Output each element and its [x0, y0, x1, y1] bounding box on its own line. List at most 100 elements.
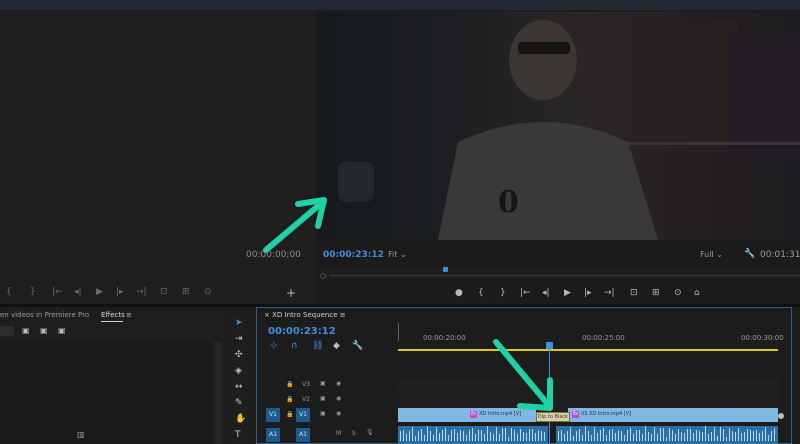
source-overwrite-button[interactable]: ⊞ — [182, 287, 190, 297]
clip-label: fx 03 XD Intro.mp4 [V] — [572, 411, 631, 418]
timeline-timecode[interactable]: 00:00:23:12 — [268, 326, 336, 337]
waveform-bar — [738, 428, 739, 441]
source-patch-v1[interactable]: V1 — [266, 408, 280, 422]
program-playhead[interactable] — [443, 267, 448, 272]
program-scrub-bar[interactable] — [330, 275, 800, 276]
type-tool-icon[interactable]: T — [235, 430, 241, 440]
sequence-tab[interactable]: × XD Intro Sequence ≡ — [264, 311, 346, 319]
wrench-icon[interactable]: 🔧 — [744, 249, 755, 259]
program-timecode[interactable]: 00:00:23:12 — [323, 250, 384, 260]
waveform-bar — [457, 432, 458, 441]
add-marker-icon[interactable]: ◆ — [333, 341, 340, 351]
eye-icon[interactable]: ◉ — [336, 380, 341, 387]
effects-search-input[interactable] — [0, 326, 14, 336]
source-insert-button[interactable]: ⊡ — [160, 287, 168, 297]
hand-tool-icon[interactable]: ✋ — [235, 414, 246, 424]
sync-lock-icon[interactable]: ▣ — [320, 380, 326, 387]
program-go-to-in-button[interactable]: |← — [520, 288, 531, 298]
audio-clip-1[interactable] — [398, 426, 548, 444]
work-area-bar[interactable] — [398, 349, 778, 351]
sync-lock-icon[interactable]: ▣ — [320, 395, 326, 402]
accelerated-effects-icon[interactable]: ▣ — [22, 326, 30, 335]
pen-tool-icon[interactable]: ✎ — [235, 398, 243, 408]
source-go-to-out-button[interactable]: →| — [136, 287, 147, 297]
source-go-to-in-button[interactable]: |← — [52, 287, 63, 297]
microphone-icon[interactable]: 🎙 — [366, 429, 374, 436]
lock-icon[interactable]: 🔒 — [286, 381, 293, 388]
timeline-settings-wrench-icon[interactable]: 🔧 — [352, 341, 363, 351]
track-target-v1[interactable]: V1 — [296, 408, 310, 422]
program-step-forward-button[interactable]: |▸ — [584, 288, 592, 298]
waveform-bar — [412, 426, 413, 441]
waveform-bar — [496, 427, 497, 441]
track-area-v3[interactable] — [398, 378, 780, 392]
new-bin-icon[interactable]: ▥ — [77, 430, 85, 439]
track-target-a1[interactable]: A1 — [296, 428, 310, 442]
sequence-menu-icon[interactable]: ≡ — [340, 311, 346, 319]
waveform-bar — [544, 432, 545, 441]
waveform-bar — [762, 431, 763, 441]
clip-03-xd-intro[interactable]: fx 03 XD Intro.mp4 [V] — [568, 408, 778, 422]
waveform-bar — [561, 430, 562, 441]
source-play-button[interactable]: ▶ — [96, 287, 103, 297]
nest-toggle-icon[interactable]: ⊹ — [270, 341, 278, 351]
add-marker-button[interactable]: ● — [455, 288, 463, 298]
source-step-forward-button[interactable]: |▸ — [116, 287, 124, 297]
program-go-to-out-button[interactable]: →| — [604, 288, 615, 298]
audio-clip-2[interactable] — [556, 426, 778, 444]
clip-name: 03 XD Intro.mp4 [V] — [581, 411, 632, 417]
source-out-point-button[interactable]: } — [30, 287, 36, 297]
waveform-bar — [427, 426, 428, 441]
effects-menu-icon[interactable]: ≡ — [126, 311, 132, 319]
program-time-ruler[interactable] — [323, 268, 800, 278]
chevron-down-icon: ⌄ — [716, 250, 723, 259]
solo-button[interactable]: S — [352, 430, 356, 437]
playback-resolution-label: Full — [700, 250, 714, 259]
linked-selection-icon[interactable]: ⛓ — [312, 341, 323, 351]
eye-icon[interactable]: ◉ — [336, 395, 341, 402]
slip-tool-icon[interactable]: ↔ — [235, 382, 243, 392]
effects-scrollbar[interactable] — [215, 342, 221, 444]
waveform-bar — [759, 432, 760, 441]
lock-icon[interactable]: 🔒 — [286, 396, 293, 403]
zoom-fit-select[interactable]: Fit ⌄ — [388, 250, 407, 259]
mute-button[interactable]: M — [336, 430, 341, 437]
effects-list[interactable] — [0, 342, 213, 444]
source-add-button[interactable]: + — [286, 286, 296, 300]
waveform-bar — [406, 433, 407, 441]
selection-tool-icon[interactable]: ➤ — [235, 318, 243, 328]
program-step-back-button[interactable]: ◂| — [542, 288, 550, 298]
waveform-bar — [678, 428, 679, 441]
sync-lock-icon[interactable]: ▣ — [320, 410, 326, 417]
extract-button[interactable]: ⊞ — [652, 288, 660, 298]
source-step-back-button[interactable]: ◂| — [74, 287, 82, 297]
waveform-bar — [415, 435, 416, 441]
source-export-frame-button[interactable]: ⊙ — [204, 287, 212, 297]
export-frame-button[interactable]: ⊙ — [674, 288, 682, 298]
snap-magnet-icon[interactable]: ∩ — [291, 341, 298, 351]
track-end-handle[interactable] — [778, 413, 784, 419]
eye-icon[interactable]: ◉ — [336, 410, 341, 417]
waveform-bar — [711, 432, 712, 441]
tab-effects[interactable]: Effects — [101, 311, 125, 319]
zoom-circle-icon[interactable]: ○ — [320, 272, 326, 280]
32bit-effects-icon[interactable]: ▣ — [40, 326, 48, 335]
program-out-point-button[interactable]: } — [500, 288, 506, 298]
program-in-point-button[interactable]: { — [478, 288, 484, 298]
playback-resolution-select[interactable]: Full ⌄ — [700, 250, 723, 259]
ripple-edit-tool-icon[interactable]: ✣ — [235, 350, 243, 360]
close-icon[interactable]: × — [264, 311, 270, 319]
lift-button[interactable]: ⊡ — [630, 288, 638, 298]
waveform-bar — [541, 431, 542, 441]
yuv-effects-icon[interactable]: ▣ — [58, 326, 66, 335]
waveform-bar — [514, 430, 515, 441]
source-patch-a1[interactable]: A1 — [266, 428, 280, 442]
tab-learn-videos[interactable]: en videos in Premiere Pro — [0, 311, 89, 319]
lock-icon[interactable]: 🔒 — [286, 411, 293, 418]
track-select-tool-icon[interactable]: ⇥ — [235, 334, 243, 344]
source-in-point-button[interactable]: { — [6, 287, 12, 297]
track-area-v2[interactable] — [398, 393, 780, 407]
comparison-view-button[interactable]: ⌂ — [694, 288, 700, 298]
program-play-button[interactable]: ▶ — [564, 288, 571, 298]
razor-tool-icon[interactable]: ◈ — [235, 366, 242, 376]
